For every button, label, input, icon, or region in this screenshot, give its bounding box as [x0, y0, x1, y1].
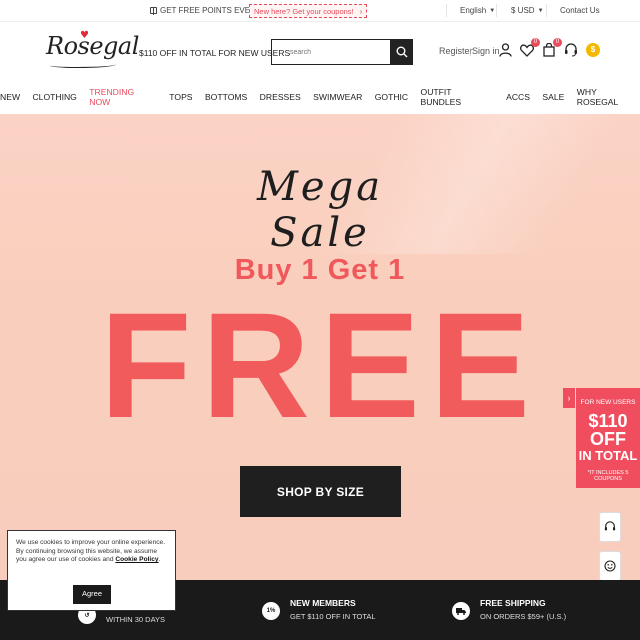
register-link[interactable]: Register: [439, 46, 473, 56]
nav-item-why-rosegal[interactable]: WHY ROSEGAL: [577, 87, 640, 107]
smiley-icon: [604, 560, 616, 572]
hero-script-title: Mega Sale: [256, 164, 384, 256]
language-selector[interactable]: English ▼: [460, 6, 495, 15]
search-category-dropdown[interactable]: ⌄: [272, 40, 290, 64]
shop-by-size-button[interactable]: SHOP BY SIZE: [240, 466, 401, 517]
cart-count-badge: 0: [553, 38, 562, 47]
user-icon: [498, 43, 512, 57]
chevron-down-icon: ▼: [489, 7, 496, 14]
nav-item-gothic[interactable]: GOTHIC: [375, 92, 408, 102]
customer-service-button[interactable]: [562, 41, 580, 59]
benefit-new-members-title: NEW MEMBERS: [290, 598, 356, 608]
heart-icon: ♥: [80, 30, 89, 41]
nav-item-outfit-bundles[interactable]: OUTFIT BUNDLES: [421, 87, 494, 107]
chevron-right-icon: ›: [567, 393, 571, 403]
currency-label: $ USD: [511, 6, 535, 15]
floating-support-button[interactable]: [599, 512, 621, 542]
contact-us-link[interactable]: Contact Us: [560, 6, 600, 15]
header-tagline: $110 OFF IN TOTAL FOR NEW USERS: [139, 48, 291, 58]
search-box: ⌄: [271, 39, 413, 65]
logo-text: Rosegal: [46, 32, 139, 60]
headset-icon: [604, 521, 616, 531]
search-input[interactable]: [290, 40, 390, 64]
new-user-coupon-banner[interactable]: New here? Get your coupons! ›: [249, 4, 368, 18]
new-user-label: FOR NEW USERS: [580, 399, 636, 406]
logo-swash: [50, 62, 116, 68]
benefit-new-members-text: GET $110 OFF IN TOTAL: [290, 612, 376, 621]
search-icon: [396, 46, 407, 58]
divider: [446, 4, 447, 17]
hero-headline: FREE: [99, 281, 541, 449]
benefit-returns-text: WITHIN 30 DAYS: [106, 615, 166, 624]
divider: |: [469, 46, 472, 56]
cart-button[interactable]: 0: [540, 38, 562, 59]
wishlist-button[interactable]: 0: [518, 38, 540, 59]
chevron-right-icon: ›: [359, 6, 363, 16]
currency-selector[interactable]: $ USD ▼: [511, 6, 544, 15]
benefit-new-members: 1% NEW MEMBERS GET $110 OFF IN TOTAL: [262, 598, 376, 621]
cookie-text-end: .: [158, 556, 161, 564]
agree-cookies-button[interactable]: Agree: [73, 585, 111, 604]
top-utility-bar: GET FREE POINTS EVERYDAY New here? Get y…: [0, 0, 640, 22]
new-user-total: IN TOTAL: [578, 448, 638, 463]
new-user-amount: $110 OFF: [588, 411, 628, 449]
nav-item-trending-now[interactable]: TRENDING NOW: [89, 87, 157, 107]
new-user-note: *IT INCLUDES 5 COUPONS: [587, 470, 629, 482]
language-label: English: [460, 6, 487, 15]
account-button[interactable]: [496, 41, 514, 59]
coupon-banner-text: New here? Get your coupons!: [254, 6, 354, 16]
percent-icon: 1%: [262, 602, 280, 620]
nav-item-dresses[interactable]: DRESSES: [260, 92, 301, 102]
site-header: Rosegal ♥ $110 OFF IN TOTAL FOR NEW USER…: [0, 22, 640, 82]
main-navigation: NEW CLOTHING TRENDING NOW TOPS BOTTOMS D…: [0, 82, 640, 112]
points-coin-icon[interactable]: $: [586, 43, 600, 57]
nav-item-sale[interactable]: SALE: [542, 92, 564, 102]
contact-us-label: Contact Us: [560, 6, 600, 15]
benefit-free-shipping-text: ON ORDERS $59+ (U.S.): [480, 612, 567, 621]
divider: [546, 4, 547, 17]
chevron-down-icon: ⌄: [278, 49, 284, 56]
collapse-new-user-panel-button[interactable]: ›: [563, 388, 575, 408]
new-user-coupon-panel[interactable]: FOR NEW USERS $110 OFF IN TOTAL *IT INCL…: [576, 388, 640, 488]
nav-item-swimwear[interactable]: SWIMWEAR: [313, 92, 362, 102]
benefit-free-shipping-title: FREE SHIPPING: [480, 598, 546, 608]
headset-icon: [565, 43, 577, 57]
nav-item-bottoms[interactable]: BOTTOMS: [205, 92, 247, 102]
wishlist-count-badge: 0: [531, 38, 540, 47]
nav-item-accs[interactable]: ACCS: [506, 92, 530, 102]
nav-item-clothing[interactable]: CLOTHING: [32, 92, 76, 102]
divider: [496, 4, 497, 17]
cookie-consent-dialog: We use cookies to improve your online ex…: [7, 530, 176, 611]
search-button[interactable]: [390, 39, 413, 65]
rosegal-logo[interactable]: Rosegal ♥: [46, 30, 139, 68]
floating-feedback-button[interactable]: [599, 551, 621, 581]
nav-item-tops[interactable]: TOPS: [169, 92, 192, 102]
hero-banner[interactable]: Mega Sale Buy 1 Get 1 FREE SHOP BY SIZE: [0, 114, 640, 580]
gift-icon: [150, 7, 157, 15]
truck-icon: [452, 602, 470, 620]
cookie-policy-link[interactable]: Cookie Policy: [115, 556, 158, 563]
benefit-free-shipping: FREE SHIPPING ON ORDERS $59+ (U.S.): [452, 598, 566, 621]
chevron-down-icon: ▼: [537, 7, 544, 14]
nav-item-new[interactable]: NEW: [0, 92, 20, 102]
